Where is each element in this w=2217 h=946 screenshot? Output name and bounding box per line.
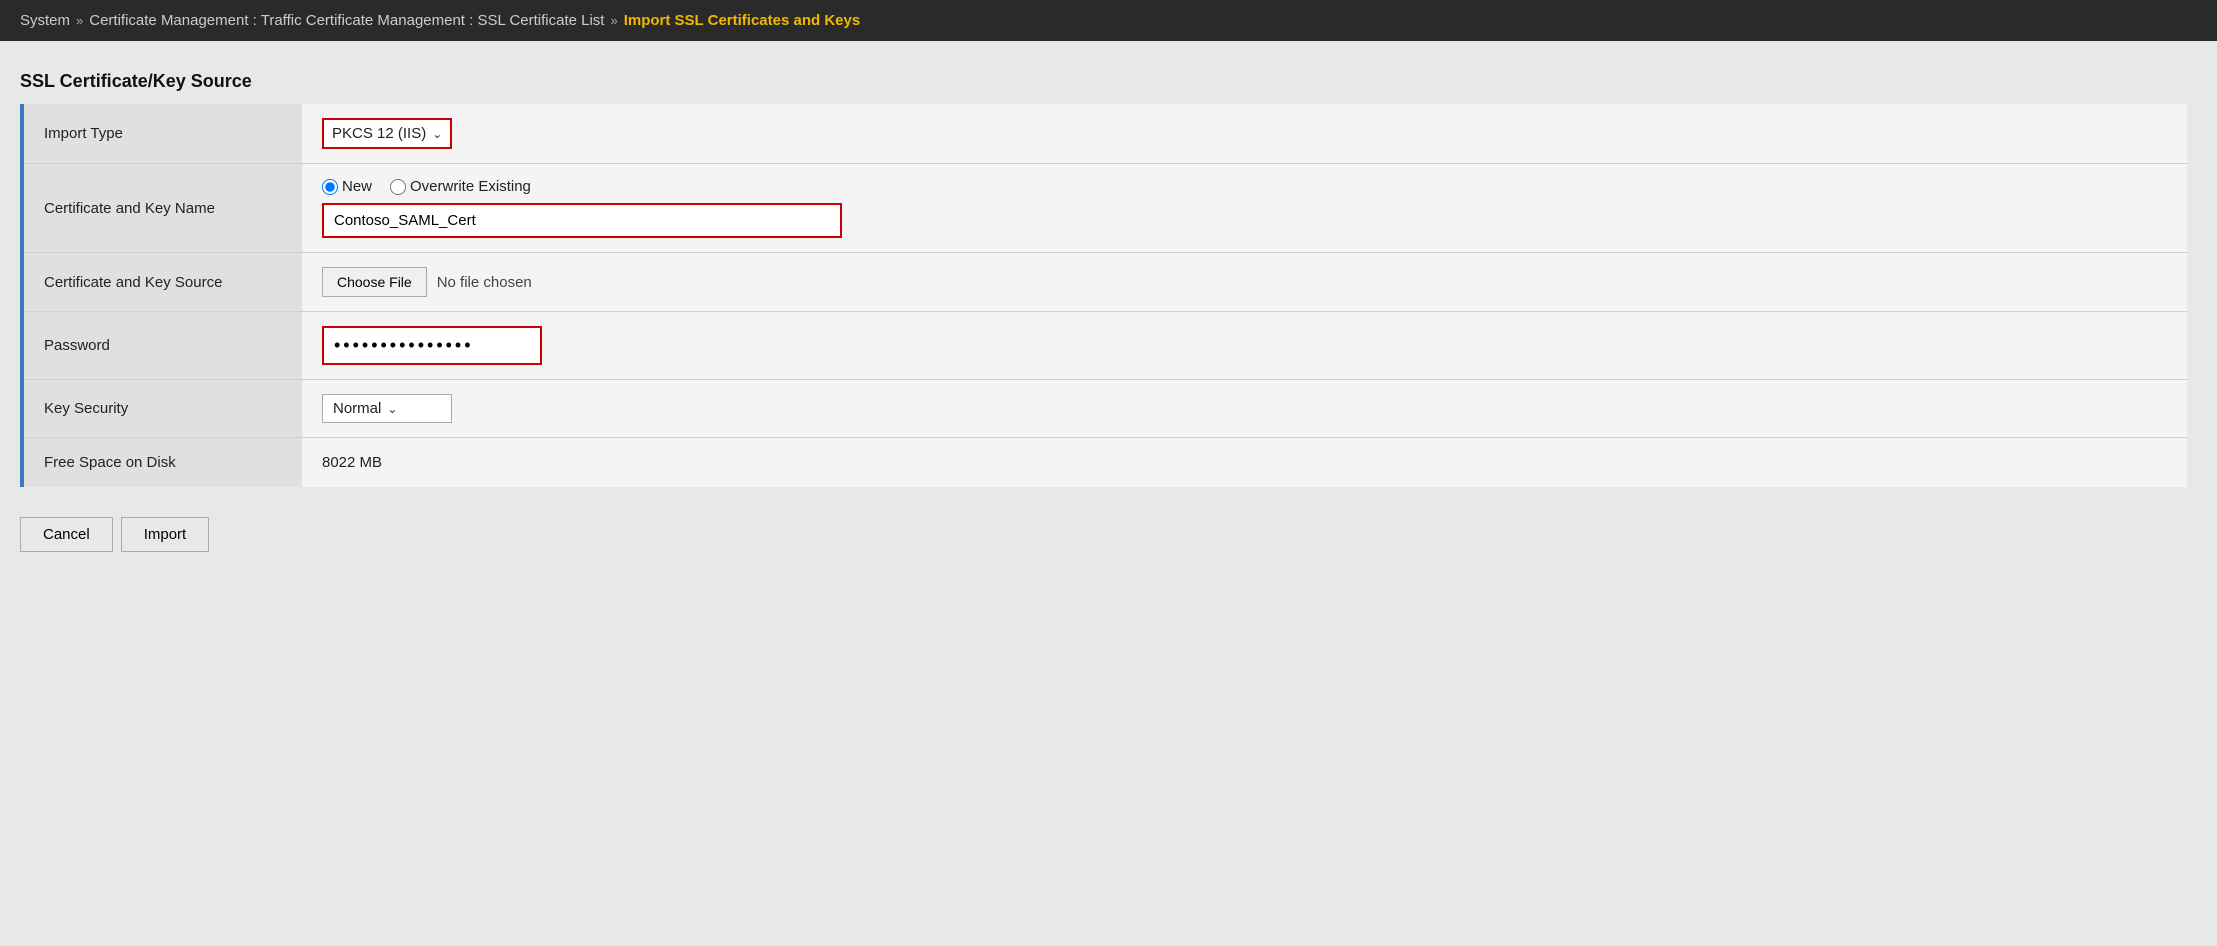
table-row-cert-name: Certificate and Key Name New Overwrite E… (22, 164, 2187, 253)
label-cert-source: Certificate and Key Source (22, 253, 302, 312)
radio-row: New Overwrite Existing (322, 178, 2167, 195)
chevron-down-icon: ⌄ (432, 127, 442, 141)
value-cert-name: New Overwrite Existing Contoso_SAML_Cert (302, 164, 2187, 253)
label-cert-name: Certificate and Key Name (22, 164, 302, 253)
cert-name-input[interactable]: Contoso_SAML_Cert (322, 203, 842, 238)
table-row-cert-source: Certificate and Key Source Choose File N… (22, 253, 2187, 312)
radio-new-text: New (342, 178, 372, 195)
label-key-security: Key Security (22, 380, 302, 438)
password-input[interactable] (322, 326, 542, 365)
radio-new-label[interactable]: New (322, 178, 372, 195)
breadcrumb-bar: System » Certificate Management : Traffi… (0, 0, 2217, 41)
button-row: Cancel Import (20, 507, 2187, 562)
form-table: Import Type PKCS 12 (IIS) ⌄ Certificate … (20, 104, 2187, 487)
breadcrumb-sep2: » (610, 13, 617, 28)
value-cert-source: Choose File No file chosen (302, 253, 2187, 312)
value-free-space: 8022 MB (302, 438, 2187, 488)
table-row-free-space: Free Space on Disk 8022 MB (22, 438, 2187, 488)
key-security-dropdown[interactable]: Normal ⌄ (322, 394, 452, 423)
choose-file-button[interactable]: Choose File (322, 267, 427, 297)
cancel-button[interactable]: Cancel (20, 517, 113, 552)
breadcrumb-current: Import SSL Certificates and Keys (624, 12, 860, 29)
radio-overwrite-text: Overwrite Existing (410, 178, 531, 195)
radio-new[interactable] (322, 179, 338, 195)
label-import-type: Import Type (22, 104, 302, 164)
import-type-dropdown[interactable]: PKCS 12 (IIS) ⌄ (322, 118, 452, 149)
no-file-text: No file chosen (437, 274, 532, 291)
label-free-space: Free Space on Disk (22, 438, 302, 488)
table-row-password: Password (22, 312, 2187, 380)
value-key-security: Normal ⌄ (302, 380, 2187, 438)
free-space-text: 8022 MB (322, 454, 382, 471)
radio-overwrite-label[interactable]: Overwrite Existing (390, 178, 531, 195)
value-password (302, 312, 2187, 380)
breadcrumb-middle: Certificate Management : Traffic Certifi… (89, 12, 604, 29)
import-button[interactable]: Import (121, 517, 210, 552)
main-content: SSL Certificate/Key Source Import Type P… (0, 41, 2217, 592)
breadcrumb-sep1: » (76, 13, 83, 28)
table-row-import-type: Import Type PKCS 12 (IIS) ⌄ (22, 104, 2187, 164)
chevron-down-icon-security: ⌄ (387, 402, 397, 416)
import-type-value: PKCS 12 (IIS) (332, 125, 426, 142)
section-title: SSL Certificate/Key Source (20, 71, 2187, 92)
breadcrumb-system: System (20, 12, 70, 29)
radio-overwrite[interactable] (390, 179, 406, 195)
key-security-value: Normal (333, 400, 381, 417)
value-import-type: PKCS 12 (IIS) ⌄ (302, 104, 2187, 164)
label-password: Password (22, 312, 302, 380)
file-chooser-area: Choose File No file chosen (322, 267, 2167, 297)
table-row-key-security: Key Security Normal ⌄ (22, 380, 2187, 438)
